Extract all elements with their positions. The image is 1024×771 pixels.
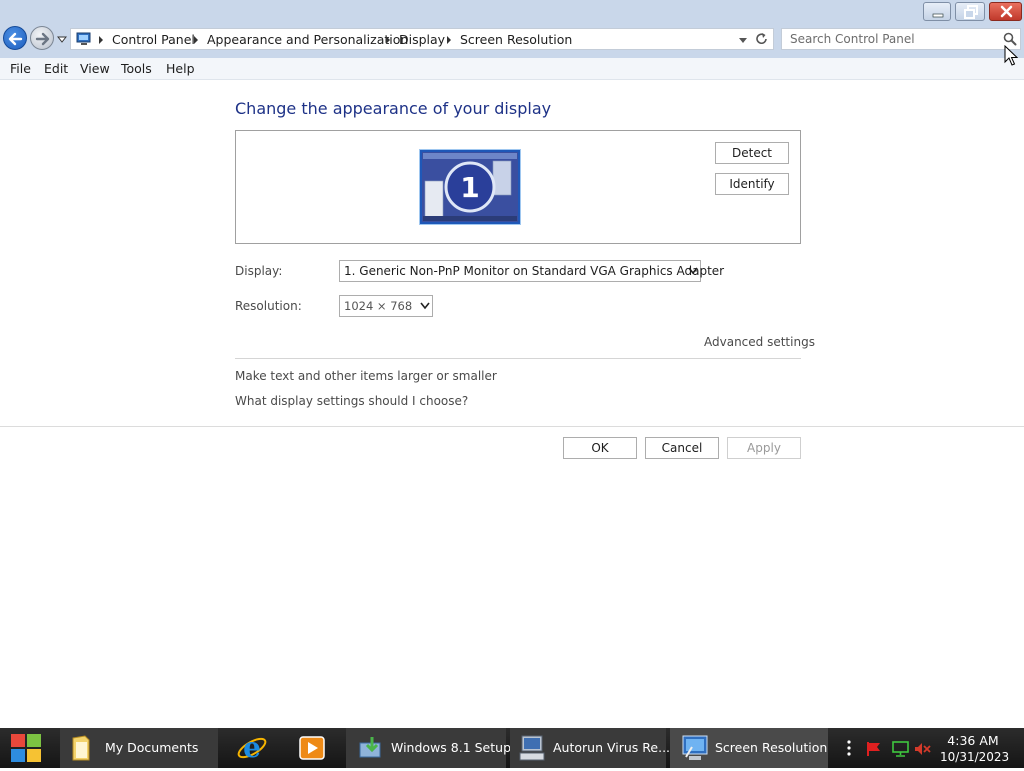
tray-overflow-icon[interactable]	[846, 740, 852, 756]
chevron-down-icon	[688, 267, 698, 275]
chevron-down-icon	[420, 302, 430, 310]
minimize-icon	[932, 13, 944, 18]
navigation-bar: Control Panel Appearance and Personaliza…	[0, 26, 1024, 58]
monitor-number: 1	[460, 171, 479, 204]
page-title: Change the appearance of your display	[235, 99, 552, 118]
internet-explorer-icon: e	[237, 732, 267, 764]
advanced-settings-link[interactable]: Advanced settings	[704, 335, 815, 349]
resolution-select[interactable]: 1024 × 768	[339, 295, 433, 317]
detect-button[interactable]: Detect	[715, 142, 789, 164]
taskbar-screen-resolution[interactable]: Screen Resolution	[670, 728, 828, 768]
volume-muted-icon[interactable]	[914, 741, 932, 757]
monitor-1-icon[interactable]: 1	[419, 149, 521, 225]
search-icon[interactable]	[1003, 32, 1017, 46]
breadcrumb-separator-icon	[447, 36, 451, 44]
svg-text:e: e	[243, 732, 261, 764]
cancel-button[interactable]: Cancel	[645, 437, 719, 459]
network-icon[interactable]	[892, 741, 910, 757]
address-history-dropdown-icon[interactable]	[739, 38, 747, 43]
identify-button[interactable]: Identify	[715, 173, 789, 195]
breadcrumb-control-panel[interactable]: Control Panel	[112, 32, 195, 47]
action-center-flag-icon[interactable]	[866, 741, 882, 757]
divider	[235, 358, 801, 359]
menu-edit[interactable]: Edit	[44, 61, 68, 76]
menu-bar: File Edit View Tools Help	[0, 58, 1024, 80]
back-button[interactable]	[3, 26, 27, 50]
search-input[interactable]	[790, 32, 990, 46]
address-bar[interactable]: Control Panel Appearance and Personaliza…	[70, 28, 774, 50]
search-box[interactable]	[781, 28, 1021, 50]
restore-icon	[964, 5, 978, 19]
clock-time[interactable]: 4:36 AM	[940, 733, 1006, 748]
breadcrumb-separator-icon	[386, 36, 390, 44]
start-button[interactable]	[0, 728, 54, 768]
taskbar-media-player[interactable]	[288, 728, 338, 768]
minimize-button[interactable]	[923, 2, 951, 21]
resolution-label: Resolution:	[235, 299, 302, 313]
documents-folder-icon	[72, 735, 90, 761]
breadcrumb-separator-icon	[194, 36, 198, 44]
breadcrumb-display[interactable]: Display	[399, 32, 445, 47]
back-arrow-icon	[8, 32, 23, 46]
taskbar: My Documents e Windows 8.1 Setup Autorun…	[0, 728, 1024, 768]
breadcrumb-appearance-and-personalization[interactable]: Appearance and Personalization	[207, 32, 408, 47]
taskbar-label: Screen Resolution	[715, 740, 828, 755]
forward-arrow-icon	[35, 32, 50, 46]
breadcrumb-screen-resolution[interactable]: Screen Resolution	[460, 32, 572, 47]
restore-button[interactable]	[955, 2, 985, 21]
close-button[interactable]	[989, 2, 1022, 21]
menu-view[interactable]: View	[80, 61, 110, 76]
display-select-value: 1. Generic Non-PnP Monitor on Standard V…	[344, 264, 725, 278]
taskbar-windows-setup[interactable]: Windows 8.1 Setup	[346, 728, 511, 768]
clock-date[interactable]: 10/31/2023	[940, 750, 1009, 764]
display-settings-icon	[682, 735, 708, 760]
title-bar	[0, 0, 1024, 26]
taskbar-my-documents[interactable]: My Documents	[60, 728, 218, 768]
monitor-preview-panel: 1 Detect Identify	[235, 130, 801, 244]
apply-button: Apply	[727, 437, 801, 459]
media-player-icon	[299, 736, 325, 760]
taskbar-label: My Documents	[105, 740, 199, 755]
display-label: Display:	[235, 264, 283, 278]
menu-file[interactable]: File	[10, 61, 31, 76]
control-panel-icon	[76, 32, 91, 45]
mouse-cursor-icon	[1004, 45, 1018, 66]
resolution-select-value: 1024 × 768	[344, 299, 413, 313]
display-select[interactable]: 1. Generic Non-PnP Monitor on Standard V…	[339, 260, 724, 282]
forward-button[interactable]	[30, 26, 54, 50]
taskbar-autorun-virus-remover[interactable]: Autorun Virus Re...	[510, 728, 670, 768]
menu-tools[interactable]: Tools	[121, 61, 152, 76]
recent-pages-dropdown-icon[interactable]	[57, 34, 67, 44]
breadcrumb-separator-icon	[99, 36, 103, 44]
taskbar-label: Autorun Virus Re...	[553, 740, 671, 755]
text-size-link[interactable]: Make text and other items larger or smal…	[235, 369, 497, 383]
display-settings-help-link[interactable]: What display settings should I choose?	[235, 394, 468, 408]
refresh-icon[interactable]	[755, 32, 769, 46]
windows-logo-icon	[11, 734, 41, 762]
taskbar-internet-explorer[interactable]: e	[222, 728, 282, 768]
autorun-icon	[519, 735, 545, 761]
setup-icon	[359, 737, 381, 758]
footer-divider	[0, 426, 1024, 427]
close-icon	[1000, 5, 1013, 18]
taskbar-label: Windows 8.1 Setup	[391, 740, 512, 755]
ok-button[interactable]: OK	[563, 437, 637, 459]
menu-help[interactable]: Help	[166, 61, 195, 76]
